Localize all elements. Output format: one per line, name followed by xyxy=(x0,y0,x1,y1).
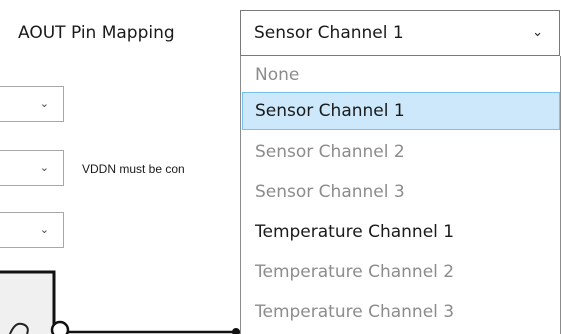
dropdown-option-sensor-channel-1[interactable]: Sensor Channel 1 xyxy=(242,92,560,130)
pin-circle xyxy=(50,320,70,334)
chevron-down-icon[interactable]: ⌄ xyxy=(40,151,49,185)
dropdown-option-temperature-channel-1[interactable]: Temperature Channel 1 xyxy=(242,213,560,251)
dropdown-option-sensor-channel-3: Sensor Channel 3 xyxy=(255,182,405,202)
chevron-down-icon[interactable]: ⌄ xyxy=(40,213,49,247)
background-select-3[interactable]: ⌄ xyxy=(0,212,64,248)
background-select-2[interactable]: ⌄ xyxy=(0,150,64,186)
junction-dot xyxy=(232,328,240,334)
circuit-block xyxy=(0,270,56,334)
aout-pin-mapping-label: AOUT Pin Mapping xyxy=(18,23,175,43)
chevron-down-icon[interactable]: ⌄ xyxy=(40,87,49,121)
dropdown-option-none: None xyxy=(255,65,300,85)
circuit-diagram xyxy=(0,270,245,334)
aout-pin-mapping-select[interactable]: Sensor Channel 1 ⌄ xyxy=(240,10,560,56)
dropdown-option-sensor-channel-2: Sensor Channel 2 xyxy=(255,142,405,162)
select-value: Sensor Channel 1 xyxy=(254,23,404,43)
chevron-down-icon[interactable]: ⌄ xyxy=(532,11,543,55)
dropdown-option-temperature-channel-2: Temperature Channel 2 xyxy=(255,262,455,282)
background-select-1[interactable]: ⌄ xyxy=(0,86,64,122)
aout-pin-mapping-dropdown: None Sensor Channel 1 Sensor Channel 2 S… xyxy=(240,56,561,334)
dropdown-option-temperature-channel-3: Temperature Channel 3 xyxy=(255,302,455,322)
vddn-note: VDDN must be con xyxy=(82,162,185,176)
